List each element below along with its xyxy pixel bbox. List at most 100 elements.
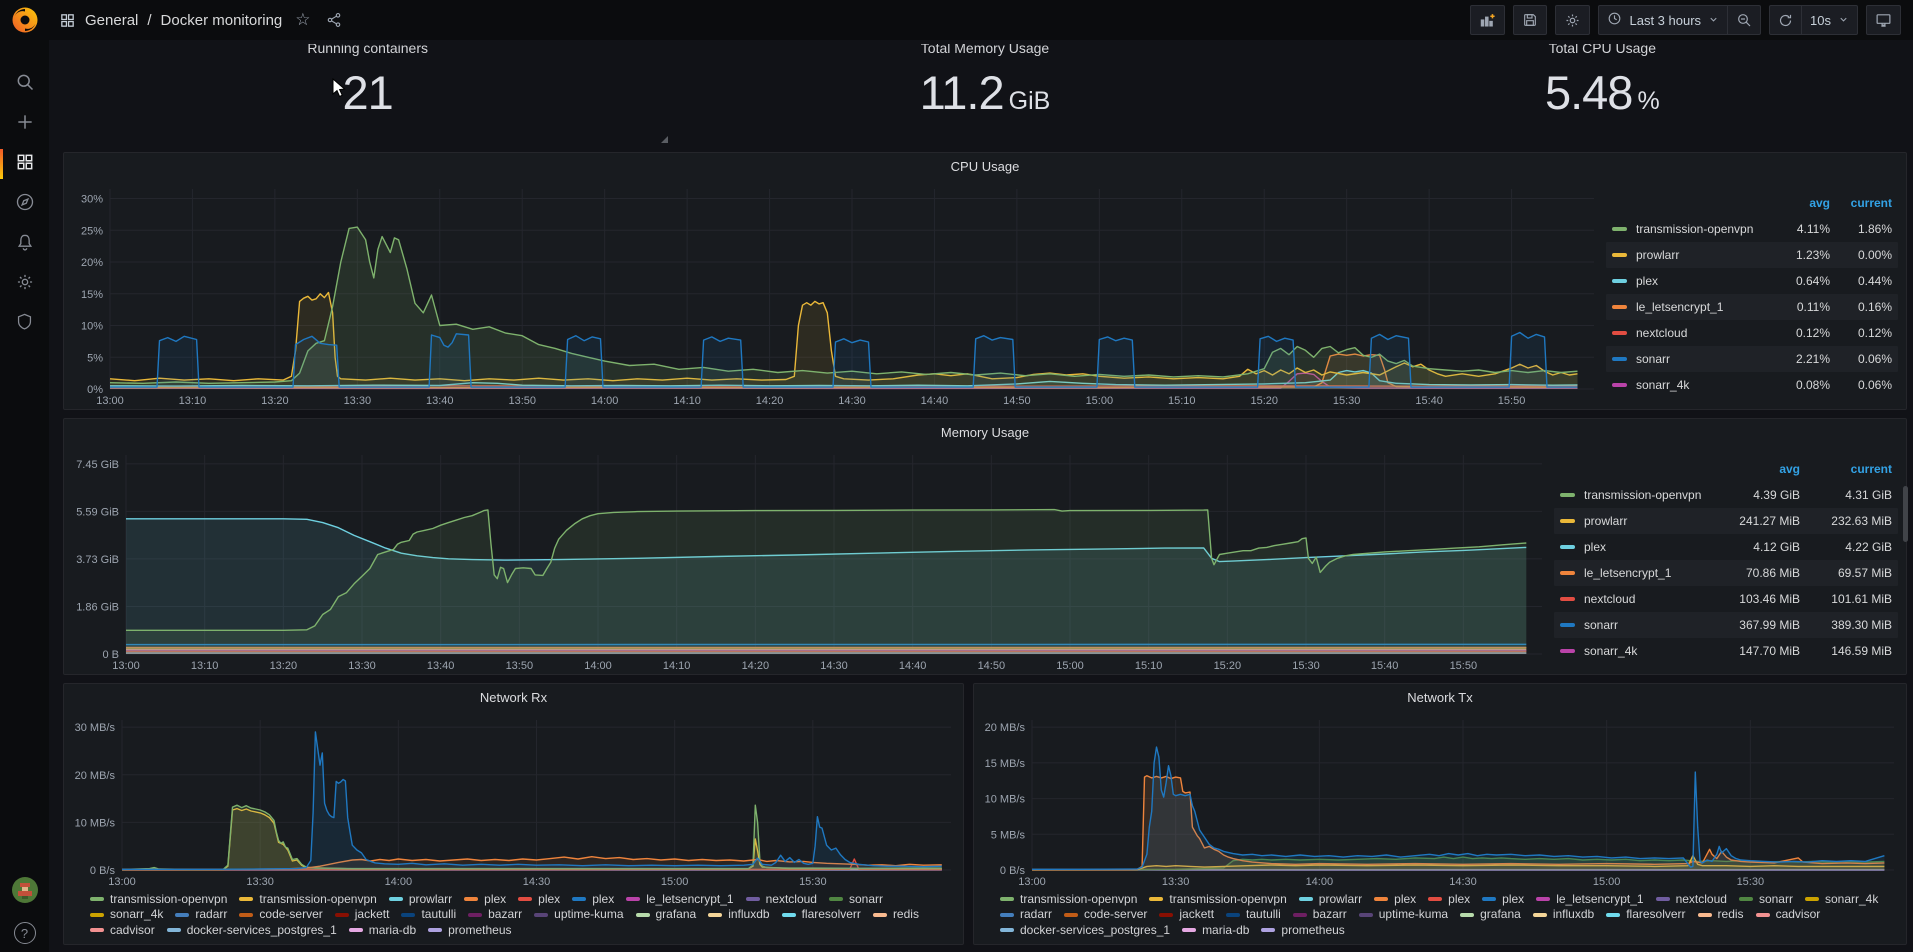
legend-item[interactable]: bazarr xyxy=(468,907,522,923)
legend-item[interactable]: uptime-kuma xyxy=(534,907,623,923)
sidebar-item-search[interactable] xyxy=(0,64,49,104)
sidebar-item-dashboards[interactable] xyxy=(0,144,49,184)
panel-title[interactable]: Total CPU Usage xyxy=(1549,44,1656,56)
legend-row[interactable]: sonarr2.21%0.06% xyxy=(1606,346,1898,372)
legend-item[interactable]: maria-db xyxy=(1182,923,1249,939)
network-tx-chart[interactable]: 0 B/s5 MB/s10 MB/s15 MB/s20 MB/s13:0013:… xyxy=(974,710,1906,890)
legend-series-name[interactable]: plex xyxy=(1560,540,1708,554)
legend-series-name[interactable]: le_letsencrypt_1 xyxy=(1612,300,1768,314)
legend-item[interactable]: prowlarr xyxy=(389,892,452,908)
legend-item[interactable]: cadvisor xyxy=(1756,907,1821,923)
legend-item[interactable]: influxdb xyxy=(708,907,769,923)
legend-row[interactable]: prowlarr1.23%0.00% xyxy=(1606,242,1898,268)
legend-sort-avg[interactable]: avg xyxy=(1708,462,1800,476)
legend-item[interactable]: transmission-openvpn xyxy=(239,892,376,908)
legend-item[interactable]: radarr xyxy=(1000,907,1052,923)
legend-item[interactable]: flaresolverr xyxy=(782,907,861,923)
add-panel-button[interactable] xyxy=(1470,5,1505,35)
legend-row[interactable]: plex0.64%0.44% xyxy=(1606,268,1898,294)
legend-row[interactable]: transmission-openvpn4.39 GiB4.31 GiB xyxy=(1554,482,1898,508)
legend-item[interactable]: jackett xyxy=(1159,907,1214,923)
legend-item[interactable]: sonarr xyxy=(829,892,883,908)
legend-item[interactable]: sonarr xyxy=(1739,892,1793,908)
legend-sort-current[interactable]: current xyxy=(1830,196,1892,210)
legend-item[interactable]: influxdb xyxy=(1533,907,1594,923)
legend-row[interactable]: sonarr_4k0.08%0.06% xyxy=(1606,372,1898,398)
cpu-usage-chart[interactable]: 0%5%10%15%20%25%30%13:0013:1013:2013:301… xyxy=(64,179,1606,409)
panel-title[interactable]: Network Rx xyxy=(64,684,963,710)
avatar[interactable] xyxy=(12,877,38,908)
panel-title[interactable]: CPU Usage xyxy=(64,153,1906,179)
legend-item[interactable]: grafana xyxy=(636,907,697,923)
legend-item[interactable]: grafana xyxy=(1460,907,1521,923)
legend-item[interactable]: sonarr_4k xyxy=(90,907,163,923)
legend-item[interactable]: redis xyxy=(873,907,919,923)
legend-series-name[interactable]: nextcloud xyxy=(1560,592,1708,606)
legend-row[interactable]: nextcloud0.12%0.12% xyxy=(1606,320,1898,346)
save-dashboard-button[interactable] xyxy=(1513,5,1547,35)
legend-scrollbar[interactable] xyxy=(1903,486,1908,542)
tv-kiosk-button[interactable] xyxy=(1866,5,1901,35)
breadcrumb-folder[interactable]: General xyxy=(85,12,138,29)
legend-item[interactable]: nextcloud xyxy=(1656,892,1727,908)
legend-item[interactable]: cadvisor xyxy=(90,923,155,939)
legend-item[interactable]: plex xyxy=(1428,892,1470,908)
legend-sort-current[interactable]: current xyxy=(1800,462,1892,476)
panel-title[interactable]: Total Memory Usage xyxy=(921,44,1049,56)
legend-row[interactable]: nextcloud103.46 MiB101.61 MiB xyxy=(1554,586,1898,612)
legend-item[interactable]: sonarr_4k xyxy=(1805,892,1878,908)
breadcrumb-dashboard-title[interactable]: Docker monitoring xyxy=(161,12,283,29)
legend-row[interactable]: le_letsencrypt_10.11%0.16% xyxy=(1606,294,1898,320)
legend-item[interactable]: plex xyxy=(1482,892,1524,908)
legend-item[interactable]: docker-services_postgres_1 xyxy=(167,923,337,939)
legend-series-name[interactable]: transmission-openvpn xyxy=(1560,488,1708,502)
legend-row[interactable]: sonarr367.99 MiB389.30 MiB xyxy=(1554,612,1898,638)
legend-series-name[interactable]: sonarr xyxy=(1612,352,1768,366)
legend-item[interactable]: plex xyxy=(1374,892,1416,908)
star-icon[interactable]: ☆ xyxy=(295,10,310,30)
legend-row[interactable]: prowlarr241.27 MiB232.63 MiB xyxy=(1554,508,1898,534)
share-icon[interactable] xyxy=(326,12,342,28)
legend-sort-avg[interactable]: avg xyxy=(1768,196,1830,210)
legend-series-name[interactable]: le_letsencrypt_1 xyxy=(1560,566,1708,580)
legend-item[interactable]: le_letsencrypt_1 xyxy=(626,892,733,908)
legend-series-name[interactable]: prowlarr xyxy=(1612,248,1768,262)
legend-item[interactable]: transmission-openvpn xyxy=(1000,892,1137,908)
legend-series-name[interactable]: plex xyxy=(1612,274,1768,288)
refresh-button[interactable] xyxy=(1769,5,1802,35)
legend-item[interactable]: uptime-kuma xyxy=(1359,907,1448,923)
legend-item[interactable]: bazarr xyxy=(1293,907,1347,923)
legend-row[interactable]: le_letsencrypt_170.86 MiB69.57 MiB xyxy=(1554,560,1898,586)
legend-item[interactable]: prometheus xyxy=(428,923,511,939)
legend-item[interactable]: plex xyxy=(464,892,506,908)
legend-item[interactable]: prometheus xyxy=(1261,923,1344,939)
legend-item[interactable]: maria-db xyxy=(349,923,416,939)
help-icon[interactable]: ? xyxy=(14,922,36,944)
legend-series-name[interactable]: nextcloud xyxy=(1612,326,1768,340)
legend-item[interactable]: prowlarr xyxy=(1299,892,1362,908)
legend-item[interactable]: redis xyxy=(1698,907,1744,923)
sidebar-item-explore[interactable] xyxy=(0,184,49,224)
refresh-interval-picker[interactable]: 10s xyxy=(1801,5,1858,35)
legend-item[interactable]: transmission-openvpn xyxy=(1149,892,1286,908)
legend-item[interactable]: flaresolverr xyxy=(1606,907,1685,923)
time-range-picker[interactable]: Last 3 hours xyxy=(1598,5,1728,35)
legend-item[interactable]: nextcloud xyxy=(746,892,817,908)
legend-item[interactable]: radarr xyxy=(175,907,227,923)
sidebar-item-create[interactable] xyxy=(0,104,49,144)
legend-series-name[interactable]: prowlarr xyxy=(1560,514,1708,528)
zoom-out-button[interactable] xyxy=(1727,5,1761,35)
legend-row[interactable]: plex4.12 GiB4.22 GiB xyxy=(1554,534,1898,560)
memory-usage-chart[interactable]: 0 B1.86 GiB3.73 GiB5.59 GiB7.45 GiB13:00… xyxy=(64,445,1554,674)
legend-item[interactable]: transmission-openvpn xyxy=(90,892,227,908)
panel-title[interactable]: Memory Usage xyxy=(64,419,1906,445)
legend-item[interactable]: code-server xyxy=(1064,907,1147,923)
grafana-logo[interactable] xyxy=(7,2,43,38)
legend-item[interactable]: tautulli xyxy=(401,907,456,923)
sidebar-item-server-admin[interactable] xyxy=(0,304,49,344)
legend-item[interactable]: jackett xyxy=(335,907,390,923)
network-rx-chart[interactable]: 0 B/s10 MB/s20 MB/s30 MB/s13:0013:3014:0… xyxy=(64,710,963,890)
legend-item[interactable]: docker-services_postgres_1 xyxy=(1000,923,1170,939)
legend-item[interactable]: plex xyxy=(572,892,614,908)
legend-item[interactable]: code-server xyxy=(239,907,322,923)
